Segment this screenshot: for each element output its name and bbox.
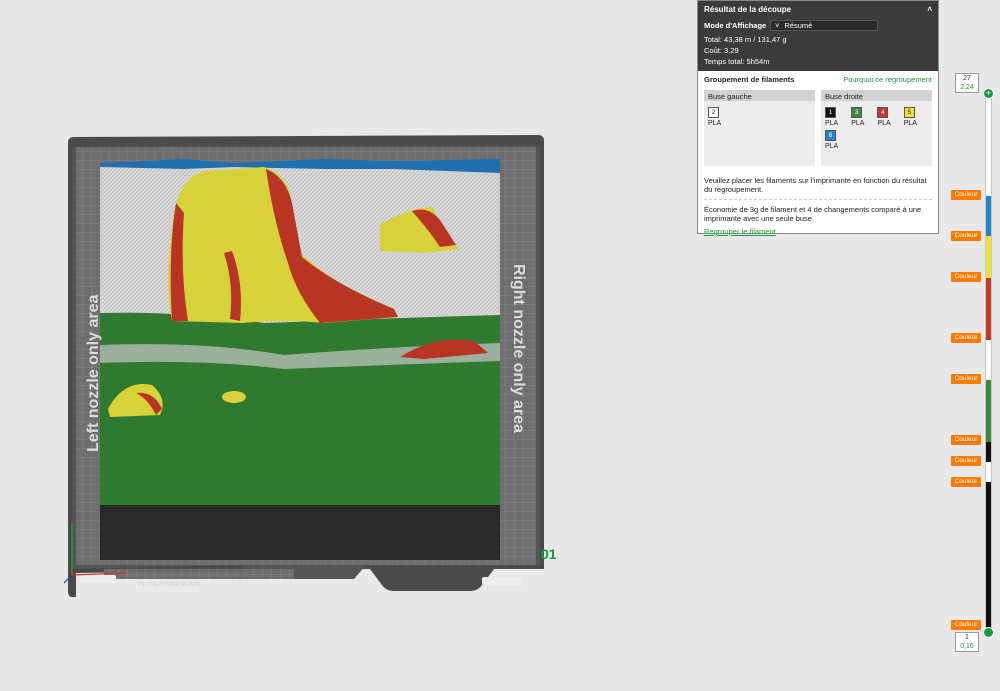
filament-type: PLA [825, 143, 839, 150]
right-nozzle-group: Buse droite 1 PLA 3 PLA 4 PLA 5 PLA 6 PLA [821, 90, 932, 166]
color-change-marker[interactable]: Couleur [951, 456, 981, 466]
layer-segment-red [986, 278, 991, 340]
filament-swatch: 6 [825, 130, 836, 141]
bottom-layer-height: 0,16 [960, 643, 974, 650]
color-change-marker[interactable]: Couleur [951, 333, 981, 343]
bottom-layer-number: 1 [965, 634, 969, 641]
layer-segment-blue [986, 196, 991, 236]
color-change-marker[interactable]: Couleur [951, 620, 981, 630]
filament-chip[interactable]: 3 PLA [851, 107, 864, 127]
bottom-layer-readout: 1 0,16 [955, 632, 979, 652]
plate-number[interactable]: 01 [541, 546, 557, 562]
filament-swatch: 3 [851, 107, 863, 118]
color-change-marker[interactable]: Couleur [951, 477, 981, 487]
panel-title-row: Résultat de la découpe ˄ [704, 5, 932, 14]
left-nozzle-area-label: Left nozzle only area [85, 294, 102, 452]
filament-type: PLA [851, 120, 865, 127]
color-change-marker[interactable]: Couleur [951, 231, 981, 241]
cost-stat: Coût: 3,29 [704, 46, 932, 55]
display-mode-row: Mode d'Affichage ˅ Résumé [704, 20, 932, 31]
right-nozzle-label: Buse droite [821, 90, 932, 101]
3d-viewport[interactable]: Left nozzle only area Right nozzle only … [0, 0, 1000, 691]
filament-type: PLA [903, 120, 917, 127]
left-nozzle-label: Buse gauche [704, 90, 815, 101]
grouping-title-row: Groupement de filaments Pourquoi ce regr… [704, 75, 932, 84]
regroup-filament-link[interactable]: Regrouper le filament [704, 227, 932, 236]
filament-chip[interactable]: 5 PLA [903, 107, 917, 127]
color-change-marker[interactable]: Couleur [951, 272, 981, 282]
nozzle-groups: Buse gauche 2 PLA Buse droite 1 PLA 3 PLA 4 PL… [704, 90, 932, 166]
filament-type: PLA [825, 120, 839, 127]
filament-chip[interactable]: 4 PLA [877, 107, 891, 127]
top-layer-handle[interactable]: + [983, 88, 994, 99]
build-plate[interactable]: Left nozzle only area Right nozzle only … [63, 133, 546, 599]
slice-result-panel: Résultat de la découpe ˄ Mode d'Affichag… [697, 0, 939, 236]
filament-type: PLA [877, 120, 891, 127]
savings-message: Économie de 3g de filament et 4 de chang… [704, 205, 922, 223]
right-nozzle-area-label: Right nozzle only area [510, 264, 527, 433]
layer-segment-yellow [986, 236, 991, 278]
grouping-title: Groupement de filaments [704, 75, 795, 84]
filament-swatch: 5 [903, 107, 915, 118]
filament-chip[interactable]: 1 PLA [825, 107, 838, 127]
total-label: Total: [704, 35, 722, 44]
collapse-chevron-icon[interactable]: ˄ [927, 5, 932, 14]
left-nozzle-group: Buse gauche 2 PLA [704, 90, 815, 166]
plate-brand-label: PEI TEXTURE PLATE [138, 582, 202, 588]
why-grouping-link[interactable]: Pourquoi ce regroupement [843, 75, 932, 84]
right-nozzle-filaments: 1 PLA 3 PLA 4 PLA 5 PLA 6 PLA [821, 101, 932, 156]
cost-value: 3,29 [724, 46, 739, 55]
time-label: Temps total: [704, 57, 745, 66]
color-change-marker[interactable]: Couleur [951, 190, 981, 200]
filament-chip[interactable]: 2 PLA [708, 107, 721, 127]
display-mode-select[interactable]: ˅ Résumé [770, 20, 878, 31]
layer-slider-track[interactable] [985, 93, 992, 633]
layer-segment-green [986, 380, 991, 442]
divider [704, 199, 932, 200]
chevron-down-icon: ˅ [775, 21, 780, 30]
time-value: 5h54m [746, 57, 770, 66]
layer-segment-black [986, 442, 991, 462]
filament-chip[interactable]: 6 PLA [825, 130, 838, 150]
panel-title: Résultat de la découpe [704, 5, 792, 14]
top-layer-readout: 27 2,24 [955, 73, 979, 93]
color-change-marker[interactable]: Couleur [951, 374, 981, 384]
filament-type: PLA [708, 120, 722, 127]
layer-segment-black-bottom [986, 482, 991, 632]
display-mode-label: Mode d'Affichage [704, 21, 767, 30]
total-value: 43,38 m / 131,47 g [724, 35, 787, 44]
top-layer-height: 2,24 [960, 84, 974, 91]
time-stat: Temps total: 5h54m [704, 57, 932, 66]
top-layer-number: 27 [963, 75, 971, 82]
slice-summary-header: Résultat de la découpe ˄ Mode d'Affichag… [698, 1, 938, 71]
filament-swatch: 2 [708, 107, 719, 118]
display-mode-value: Résumé [784, 21, 813, 30]
total-stat: Total: 43,38 m / 131,47 g [704, 35, 932, 44]
cost-label: Coût: [704, 46, 722, 55]
filament-swatch: 4 [877, 107, 889, 118]
filament-grouping-section: Groupement de filaments Pourquoi ce regr… [698, 71, 938, 240]
color-change-marker[interactable]: Couleur [951, 435, 981, 445]
left-nozzle-filaments: 2 PLA [704, 101, 815, 133]
filament-swatch: 1 [825, 107, 836, 118]
bottom-layer-handle[interactable] [983, 627, 994, 638]
placement-message: Veuillez placer les filaments sur l'impr… [704, 176, 927, 194]
build-plate-graphic [63, 135, 544, 597]
